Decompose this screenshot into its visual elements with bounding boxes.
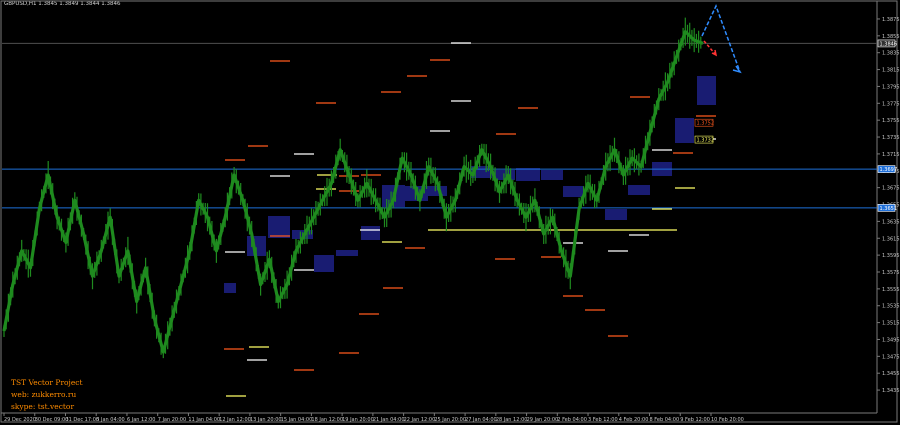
zone-box: [605, 209, 627, 220]
y-tick-label: 1.3555: [882, 287, 900, 293]
y-tick-label: 1.3795: [882, 84, 900, 90]
x-tick-label: 25 Jan 20:00: [434, 417, 466, 423]
x-tick-label: 22 Jan 12:00: [404, 417, 436, 423]
x-tick-label: 18 Jan 12:00: [311, 417, 343, 423]
y-tick-label: 1.3875: [882, 17, 900, 23]
y-tick-label: 1.3815: [882, 68, 900, 74]
y-tick-label: 1.3675: [882, 186, 900, 192]
zone-box: [516, 168, 540, 181]
price-label: 1.3846: [880, 41, 898, 47]
x-tick-label: 21 Jan 04:00: [373, 417, 405, 423]
price-label: 1.3697: [880, 167, 898, 173]
branding-line-3: skype: tst.vector: [11, 402, 75, 411]
y-tick-label: 1.3475: [882, 354, 900, 360]
x-tick-label: 29 Jan 20:00: [527, 417, 559, 423]
price-label: 1.3752: [697, 121, 715, 127]
price-label: 1.3651: [880, 206, 898, 212]
x-tick-label: 2 Feb 04:00: [557, 417, 587, 423]
y-tick-label: 1.3455: [882, 371, 900, 377]
x-tick-label: 4 Feb 20:00: [619, 417, 649, 423]
y-tick-label: 1.3855: [882, 34, 900, 40]
y-tick-label: 1.3575: [882, 270, 900, 276]
zone-box: [361, 226, 380, 240]
y-tick-label: 1.3515: [882, 321, 900, 327]
x-tick-label: 8 Feb 04:00: [650, 417, 680, 423]
x-tick-label: 9 Feb 12:00: [680, 417, 710, 423]
forecast-arrow-blue: [701, 4, 741, 73]
zone-box: [563, 186, 583, 197]
y-tick-label: 1.3755: [882, 118, 900, 124]
forecast-arrowhead-blue: [732, 65, 742, 74]
zone-box: [541, 170, 563, 180]
zone-box: [628, 185, 650, 195]
zone-box: [224, 283, 236, 293]
y-tick-label: 1.3715: [882, 152, 900, 158]
chart-window[interactable]: GBPUSD,H1 1.3845 1.3849 1.3844 1.3846 1.…: [0, 0, 900, 425]
x-tick-label: 5 Jan 04:00: [96, 417, 124, 423]
y-tick-label: 1.3635: [882, 219, 900, 225]
x-tick-label: 3 Feb 12:00: [588, 417, 618, 423]
price-chart[interactable]: 1.3875 1.3855 1.3835 1.3815 1.3795 1.3775 1.37…: [0, 0, 900, 425]
x-tick-label: 30 Dec 09:00: [35, 417, 69, 423]
x-tick-label: 6 Jan 12:00: [127, 417, 155, 423]
y-tick-label: 1.3535: [882, 304, 900, 310]
y-tick-label: 1.3735: [882, 135, 900, 141]
x-tick-label: 31 Dec 17:00: [65, 417, 99, 423]
x-tick-label: 27 Jan 04:00: [465, 417, 497, 423]
zone-box: [268, 216, 290, 238]
x-tick-label: 7 Jan 20:00: [158, 417, 186, 423]
zone-box: [314, 255, 334, 272]
price-label: 1.3732: [697, 138, 715, 144]
branding-line-2: web: zukkerro.ru: [11, 390, 77, 399]
y-tick-label: 1.3495: [882, 337, 900, 343]
zone-box: [697, 76, 716, 105]
x-tick-label: 29 Dec 2020: [4, 417, 36, 423]
y-tick-label: 1.3615: [882, 236, 900, 242]
x-tick-label: 11 Jan 04:00: [188, 417, 220, 423]
x-tick-label: 15 Jan 04:00: [281, 417, 313, 423]
zone-box: [336, 250, 358, 256]
x-tick-label: 28 Jan 12:00: [496, 417, 528, 423]
x-tick-label: 19 Jan 20:00: [342, 417, 374, 423]
y-tick-label: 1.3435: [882, 388, 900, 394]
x-tick-label: 10 Feb 20:00: [711, 417, 744, 423]
y-tick-label: 1.3775: [882, 101, 900, 107]
x-tick-label: 12 Jan 12:00: [219, 417, 251, 423]
zone-box: [675, 118, 694, 143]
x-tick-label: 13 Jan 20:00: [250, 417, 282, 423]
y-tick-label: 1.3595: [882, 253, 900, 259]
y-tick-label: 1.3835: [882, 51, 900, 57]
branding: TST Vector Project web: zukkerro.ru skyp…: [11, 377, 83, 413]
branding-line-1: TST Vector Project: [11, 378, 83, 387]
